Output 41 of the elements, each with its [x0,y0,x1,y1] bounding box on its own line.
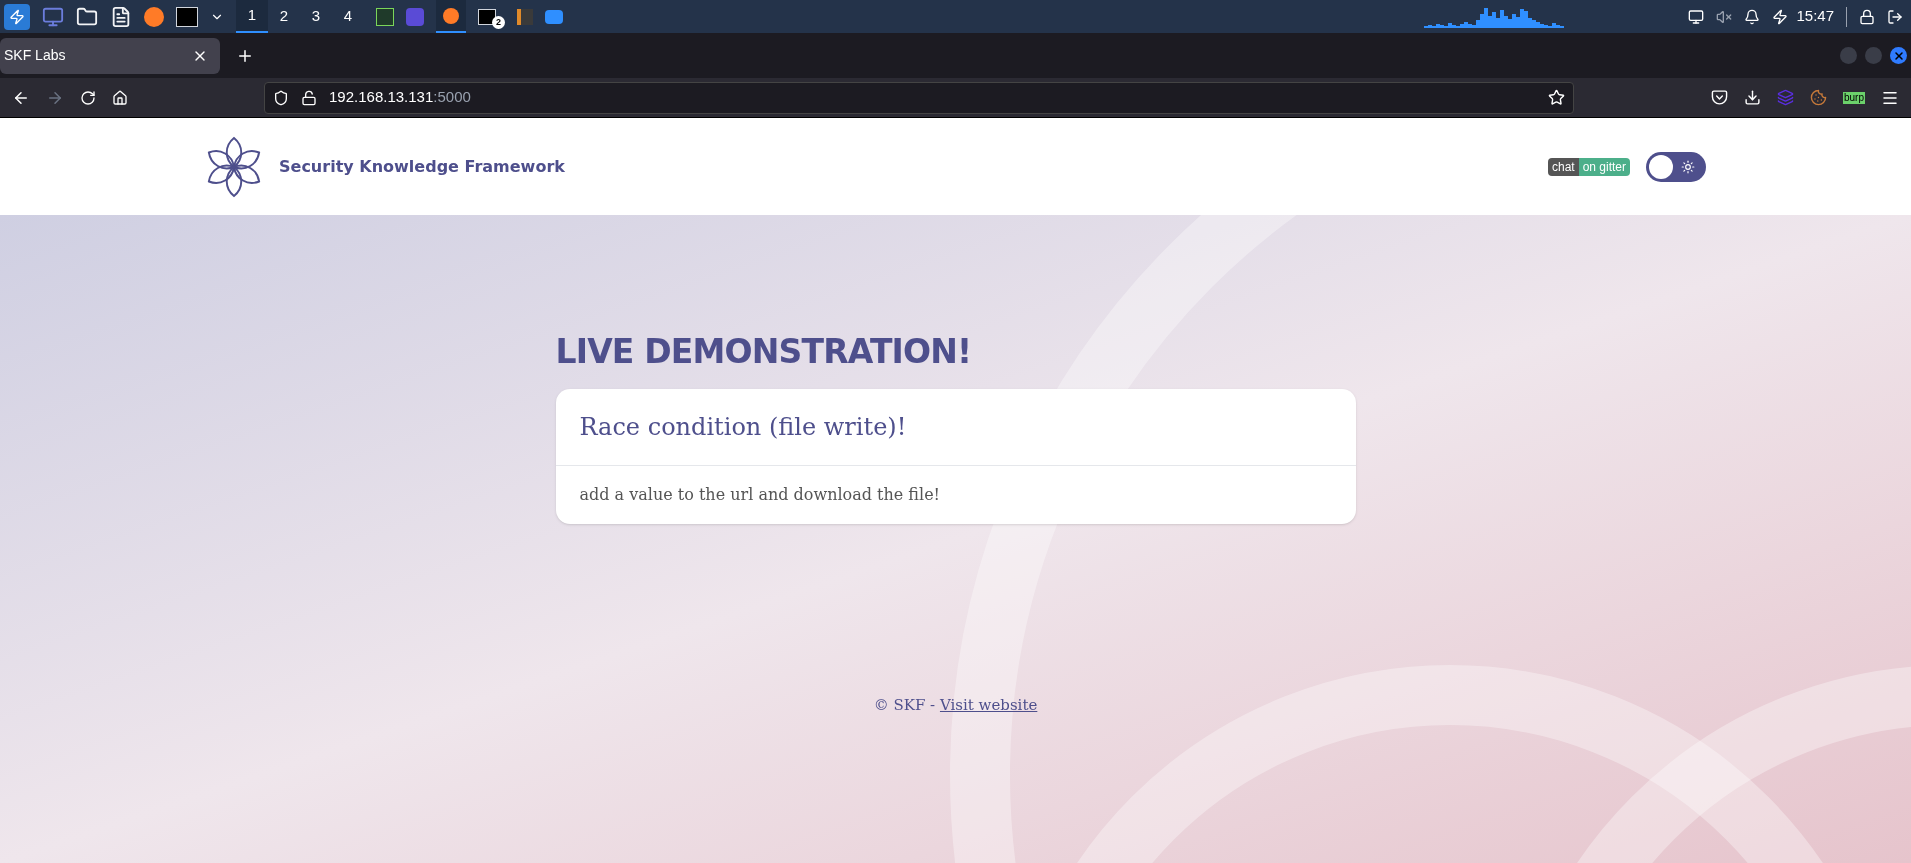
network-graph-icon [1424,5,1565,28]
workspace-tab[interactable]: 4 [332,0,364,33]
notification-badge: 2 [492,15,505,29]
pocket-icon[interactable] [1711,89,1728,106]
home-icon[interactable] [112,89,128,106]
url-text: 192.168.13.131:5000 [329,87,472,108]
sun-icon [1681,159,1695,174]
workspace-tab[interactable]: 2 [268,0,300,33]
workspace-tab[interactable]: 3 [300,0,332,33]
clock[interactable]: 15:47 [1796,5,1834,28]
close-icon [1892,49,1905,62]
card-title: Race condition (file write)! [579,411,908,443]
page-heading: LIVE DEMONSTRATION! [555,331,973,373]
reload-icon[interactable] [80,89,96,106]
lock-icon[interactable] [301,89,317,106]
flower-logo-icon [205,135,263,198]
bell-icon[interactable] [1744,8,1761,25]
lock-icon[interactable] [1859,8,1875,25]
footer-text: © SKF - Visit website [873,694,1038,716]
badge-label: chat [1547,157,1579,176]
site-title[interactable]: Security Knowledge Framework [279,154,565,179]
star-icon[interactable] [1548,89,1565,106]
theme-toggle[interactable] [1646,151,1706,182]
card-body: add a value to the url and download the file! [578,483,942,506]
badge-value: on gitter [1578,157,1630,176]
browser-tab[interactable]: SKF Labs [0,37,220,74]
burp-extension-icon[interactable]: burp [1843,91,1865,104]
chat-badge[interactable]: chat on gitter [1547,157,1630,176]
tab-title: SKF Labs [4,46,67,65]
logout-icon[interactable] [1887,8,1903,25]
close-window-button[interactable] [1890,47,1907,64]
mute-icon[interactable] [1716,8,1733,25]
folder-icon[interactable] [76,5,98,28]
download-icon[interactable] [1744,89,1761,106]
address-bar[interactable]: 192.168.13.131:5000 [264,81,1574,114]
cookie-icon[interactable] [1810,89,1827,106]
desktop-icon[interactable] [42,5,64,28]
document-icon[interactable] [110,5,132,28]
website-link[interactable]: Visit website [939,695,1038,714]
workspace-tab[interactable]: 1 [236,0,268,33]
shield-icon[interactable] [273,89,289,106]
